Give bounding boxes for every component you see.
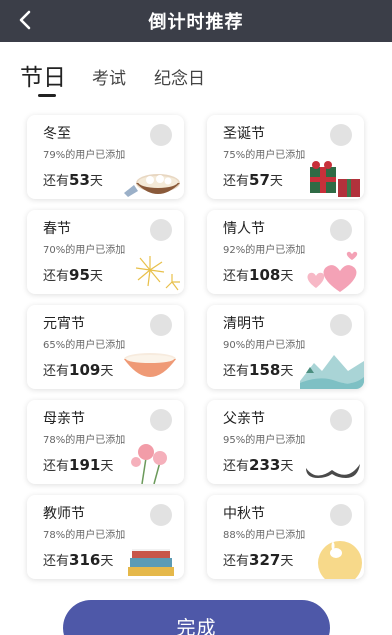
countdown-card-qingming[interactable]: 清明节 90%的用户已添加 还有158天 [207,305,364,389]
card-added-rate: 78%的用户已添加 [43,435,126,446]
select-radio[interactable] [330,314,352,336]
landscape-icon [300,355,364,389]
countdown-card-dongzhi[interactable]: 冬至 79%的用户已添加 还有53天 [27,115,184,199]
card-title: 清明节 [223,316,265,332]
books-icon [128,549,174,576]
card-added-rate: 65%的用户已添加 [43,340,126,351]
card-added-rate: 95%的用户已添加 [223,435,306,446]
select-radio[interactable] [330,504,352,526]
select-radio[interactable] [150,124,172,146]
moon-rabbit-icon [318,541,362,579]
dumpling-bowl-icon [124,174,180,197]
countdown-card-valentines[interactable]: 情人节 92%的用户已添加 还有108天 [207,210,364,294]
tab-festival[interactable]: 节日 [20,58,66,92]
gift-box-icon [310,161,360,197]
card-added-rate: 75%的用户已添加 [223,150,306,161]
card-title: 春节 [43,221,71,237]
card-title: 母亲节 [43,411,85,427]
countdown-card-mothers-day[interactable]: 母亲节 78%的用户已添加 还有191天 [27,400,184,484]
card-countdown: 还有191天 [43,456,114,474]
card-title: 情人节 [223,221,265,237]
mustache-icon [306,464,360,478]
card-added-rate: 92%的用户已添加 [223,245,306,256]
tab-exam[interactable]: 考试 [92,64,126,89]
card-added-rate: 88%的用户已添加 [223,530,306,541]
select-radio[interactable] [150,314,172,336]
card-title: 教师节 [43,506,85,522]
tab-anniversary[interactable]: 纪念日 [154,64,205,89]
card-added-rate: 90%的用户已添加 [223,340,306,351]
select-radio[interactable] [150,409,172,431]
select-radio[interactable] [150,219,172,241]
select-radio[interactable] [330,219,352,241]
card-title: 中秋节 [223,506,265,522]
bowl-icon [124,353,176,377]
card-countdown: 还有108天 [223,266,294,284]
card-title: 冬至 [43,126,71,142]
card-countdown: 还有158天 [223,361,294,379]
card-countdown: 还有53天 [43,171,103,189]
card-added-rate: 79%的用户已添加 [43,150,126,161]
countdown-card-christmas[interactable]: 圣诞节 75%的用户已添加 还有57天 [207,115,364,199]
fireworks-icon [135,256,180,291]
page-title: 倒计时推荐 [148,12,244,33]
done-button[interactable]: 完成 [63,600,330,635]
countdown-card-fathers-day[interactable]: 父亲节 95%的用户已添加 还有233天 [207,400,364,484]
countdown-card-mid-autumn[interactable]: 中秋节 88%的用户已添加 还有327天 [207,495,364,579]
title-bar: 倒计时推荐 [0,0,392,42]
select-radio[interactable] [330,409,352,431]
card-added-rate: 70%的用户已添加 [43,245,126,256]
card-countdown: 还有233天 [223,456,294,474]
active-tab-indicator [38,94,56,97]
countdown-card-lantern-festival[interactable]: 元宵节 65%的用户已添加 还有109天 [27,305,184,389]
card-title: 元宵节 [43,316,85,332]
card-countdown: 还有316天 [43,551,114,569]
card-countdown: 还有327天 [223,551,294,569]
countdown-card-spring-festival[interactable]: 春节 70%的用户已添加 还有95天 [27,210,184,294]
card-title: 父亲节 [223,411,265,427]
card-title: 圣诞节 [223,126,265,142]
card-added-rate: 78%的用户已添加 [43,530,126,541]
countdown-card-teachers-day[interactable]: 教师节 78%的用户已添加 还有316天 [27,495,184,579]
card-countdown: 还有109天 [43,361,114,379]
select-radio[interactable] [330,124,352,146]
hearts-icon [307,251,358,292]
card-countdown: 还有95天 [43,266,103,284]
card-countdown: 还有57天 [223,171,283,189]
carnation-icon [131,444,167,484]
select-radio[interactable] [150,504,172,526]
